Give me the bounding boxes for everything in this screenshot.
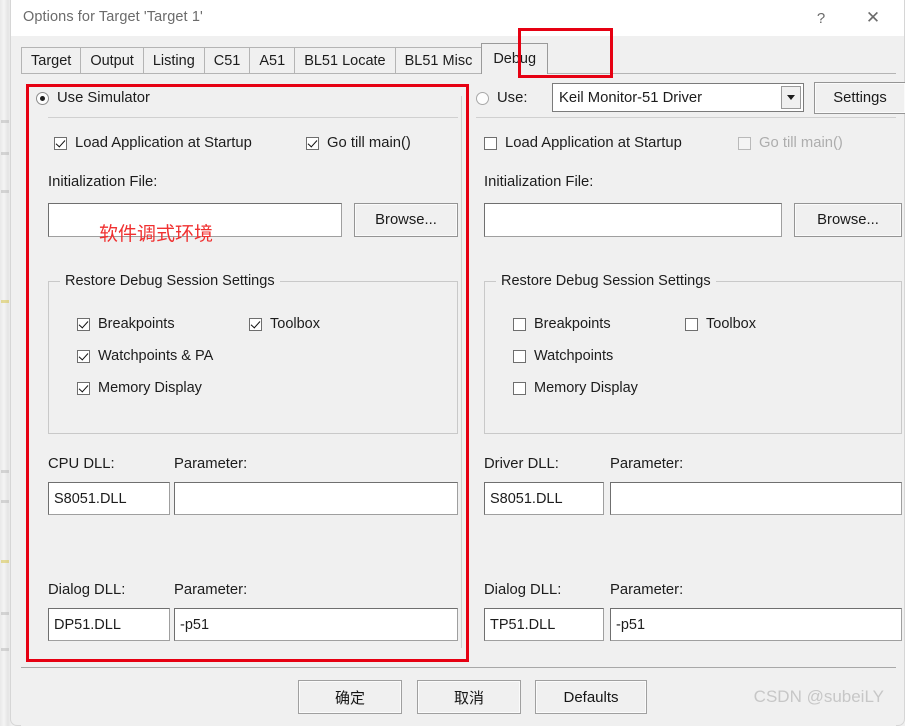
sim-load-app-checkbox-row[interactable]: Load Application at Startup <box>54 135 252 151</box>
cpu-parameter-input[interactable] <box>174 482 458 515</box>
ok-button[interactable]: 确定 <box>298 680 402 714</box>
tab-c51[interactable]: C51 <box>203 47 250 74</box>
driver-combo[interactable]: Keil Monitor-51 Driver <box>552 83 804 112</box>
driver-dll-label: Driver DLL: <box>484 456 559 472</box>
cpu-dll-input[interactable]: S8051.DLL <box>48 482 170 515</box>
drv-breakpoints-label: Breakpoints <box>534 316 611 332</box>
dialog-footer: 确定 取消 Defaults CSDN @subeiLY <box>21 669 896 726</box>
sim-watchpoints-checkbox-icon[interactable] <box>77 349 90 363</box>
use-simulator-label: Use Simulator <box>57 90 150 106</box>
tab-a51[interactable]: A51 <box>249 47 295 74</box>
drv-watchpoints-checkbox-row[interactable]: Watchpoints <box>513 348 613 364</box>
drv-init-file-label: Initialization File: <box>484 174 594 190</box>
tab-debug[interactable]: Debug <box>481 43 549 74</box>
drv-load-app-checkbox-icon[interactable] <box>484 136 497 150</box>
sim-breakpoints-label: Breakpoints <box>98 316 175 332</box>
sim-go-till-main-checkbox-icon[interactable] <box>306 136 319 150</box>
driver-combo-value: Keil Monitor-51 Driver <box>559 89 703 106</box>
sim-toolbox-label: Toolbox <box>270 316 320 332</box>
drv-watchpoints-checkbox-icon[interactable] <box>513 349 526 363</box>
drv-go-till-main-checkbox-row: Go till main() <box>738 135 843 151</box>
sim-memory-display-checkbox-row[interactable]: Memory Display <box>77 380 202 396</box>
drv-restore-group-title: Restore Debug Session Settings <box>496 273 716 289</box>
sim-memory-display-checkbox-icon[interactable] <box>77 381 90 395</box>
use-simulator-radio-icon[interactable] <box>36 91 49 105</box>
drv-dialog-dll-input[interactable]: TP51.DLL <box>484 608 604 641</box>
tab-listing[interactable]: Listing <box>142 47 204 74</box>
drv-load-app-checkbox-row[interactable]: Load Application at Startup <box>484 135 682 151</box>
sim-breakpoints-checkbox-row[interactable]: Breakpoints <box>77 316 175 332</box>
drv-dialog-parameter-input[interactable]: -p51 <box>610 608 902 641</box>
sim-init-file-input[interactable] <box>48 203 342 237</box>
cpu-parameter-label: Parameter: <box>174 456 248 472</box>
sim-go-till-main-label: Go till main() <box>327 135 411 151</box>
tab-bl51-locate[interactable]: BL51 Locate <box>294 47 395 74</box>
screenshot-root: Options for Target 'Target 1' ? ✕ Target… <box>0 0 905 726</box>
sim-toolbox-checkbox-icon[interactable] <box>249 317 262 331</box>
driver-separator <box>476 117 896 118</box>
driver-parameter-input[interactable] <box>610 482 902 515</box>
sim-browse-button[interactable]: Browse... <box>354 203 458 237</box>
sim-breakpoints-checkbox-icon[interactable] <box>77 317 90 331</box>
chevron-down-icon[interactable] <box>781 86 801 109</box>
drv-dialog-parameter-label: Parameter: <box>610 582 684 598</box>
help-icon[interactable]: ? <box>798 0 844 36</box>
sim-watchpoints-label: Watchpoints & PA <box>98 348 214 364</box>
drv-memory-display-checkbox-row[interactable]: Memory Display <box>513 380 638 396</box>
use-simulator-radio-row[interactable]: Use Simulator <box>36 86 150 110</box>
use-driver-radio-row[interactable]: Use: <box>476 86 527 110</box>
sim-memory-display-label: Memory Display <box>98 380 202 396</box>
drv-go-till-main-label: Go till main() <box>759 135 843 151</box>
sim-init-file-label: Initialization File: <box>48 174 158 190</box>
defaults-button[interactable]: Defaults <box>535 680 647 714</box>
sim-toolbox-checkbox-row[interactable]: Toolbox <box>249 316 320 332</box>
driver-parameter-label: Parameter: <box>610 456 684 472</box>
drv-go-till-main-checkbox-icon <box>738 136 751 150</box>
sim-dialog-dll-input[interactable]: DP51.DLL <box>48 608 170 641</box>
sim-dialog-parameter-label: Parameter: <box>174 582 248 598</box>
drv-breakpoints-checkbox-icon[interactable] <box>513 317 526 331</box>
drv-init-file-input[interactable] <box>484 203 782 237</box>
title-bar: Options for Target 'Target 1' ? ✕ <box>11 0 904 36</box>
tab-bl51-misc[interactable]: BL51 Misc <box>394 47 483 74</box>
drv-breakpoints-checkbox-row[interactable]: Breakpoints <box>513 316 611 332</box>
drv-load-app-label: Load Application at Startup <box>505 135 682 151</box>
driver-settings-button[interactable]: Settings <box>814 82 905 114</box>
sim-load-app-checkbox-icon[interactable] <box>54 136 67 150</box>
drv-dialog-dll-label: Dialog DLL: <box>484 582 562 598</box>
sim-restore-group: Restore Debug Session Settings Breakpoin… <box>48 273 458 434</box>
sim-go-till-main-checkbox-row[interactable]: Go till main() <box>306 135 411 151</box>
sim-dialog-parameter-input[interactable]: -p51 <box>174 608 458 641</box>
sim-dialog-dll-label: Dialog DLL: <box>48 582 126 598</box>
use-driver-radio-icon[interactable] <box>476 91 489 105</box>
drv-watchpoints-label: Watchpoints <box>534 348 614 364</box>
simulator-separator <box>48 117 458 118</box>
watermark: CSDN @subeiLY <box>753 687 884 706</box>
dialog-title: Options for Target 'Target 1' <box>23 9 203 25</box>
options-dialog: Options for Target 'Target 1' ? ✕ Target… <box>10 0 905 726</box>
sim-restore-group-title: Restore Debug Session Settings <box>60 273 280 289</box>
tab-output[interactable]: Output <box>80 47 143 74</box>
cpu-dll-label: CPU DLL: <box>48 456 115 472</box>
drv-toolbox-checkbox-icon[interactable] <box>685 317 698 331</box>
drv-memory-display-label: Memory Display <box>534 380 638 396</box>
debug-panel: Use Simulator Load Application at Startu… <box>21 74 905 668</box>
sim-load-app-label: Load Application at Startup <box>75 135 252 151</box>
close-icon[interactable]: ✕ <box>850 0 896 36</box>
cancel-button[interactable]: 取消 <box>417 680 521 714</box>
tab-strip: Target Output Listing C51 A51 BL51 Locat… <box>21 43 549 74</box>
drv-toolbox-label: Toolbox <box>706 316 756 332</box>
drv-browse-button[interactable]: Browse... <box>794 203 902 237</box>
drv-memory-display-checkbox-icon[interactable] <box>513 381 526 395</box>
drv-toolbox-checkbox-row[interactable]: Toolbox <box>685 316 756 332</box>
use-driver-label: Use: <box>497 90 528 106</box>
panel-divider <box>461 96 462 648</box>
drv-restore-group: Restore Debug Session Settings Breakpoin… <box>484 273 902 434</box>
sim-watchpoints-checkbox-row[interactable]: Watchpoints & PA <box>77 348 213 364</box>
driver-dll-input[interactable]: S8051.DLL <box>484 482 604 515</box>
tab-target[interactable]: Target <box>21 47 81 74</box>
